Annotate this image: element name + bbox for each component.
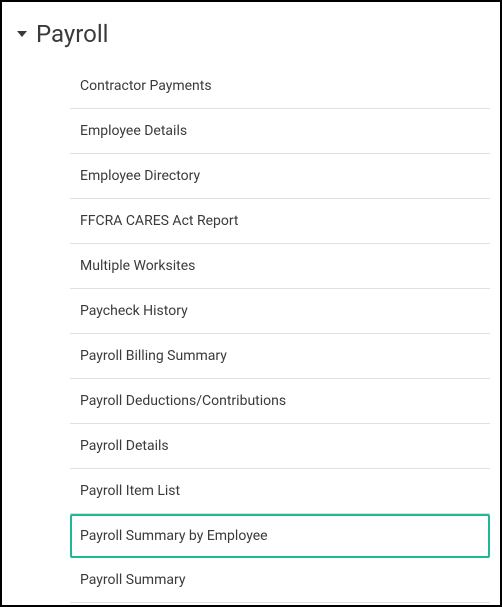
chevron-down-icon bbox=[14, 26, 30, 42]
payroll-report-list: Contractor Payments Employee Details Emplo… bbox=[2, 64, 500, 603]
list-item-label: Payroll Billing Summary bbox=[80, 348, 227, 364]
list-item-label: Multiple Worksites bbox=[80, 258, 195, 274]
list-item[interactable]: Payroll Summary by Employee bbox=[70, 514, 490, 558]
payroll-section-header[interactable]: Payroll bbox=[2, 12, 500, 56]
list-item-label: Employee Directory bbox=[80, 168, 200, 184]
list-item-label: Payroll Summary bbox=[80, 572, 185, 588]
list-item-label: Payroll Deductions/Contributions bbox=[80, 393, 286, 409]
list-item-label: Payroll Item List bbox=[80, 483, 180, 499]
list-item[interactable]: Payroll Deductions/Contributions bbox=[70, 379, 490, 424]
list-item[interactable]: Payroll Item List bbox=[70, 469, 490, 514]
list-item[interactable]: Contractor Payments bbox=[70, 64, 490, 109]
list-item[interactable]: Payroll Summary bbox=[70, 558, 490, 603]
section-title: Payroll bbox=[36, 20, 109, 48]
list-item[interactable]: Employee Details bbox=[70, 109, 490, 154]
list-item[interactable]: Multiple Worksites bbox=[70, 244, 490, 289]
list-item-label: Paycheck History bbox=[80, 303, 188, 319]
list-item[interactable]: FFCRA CARES Act Report bbox=[70, 199, 490, 244]
list-item[interactable]: Paycheck History bbox=[70, 289, 490, 334]
list-item[interactable]: Payroll Details bbox=[70, 424, 490, 469]
list-item[interactable]: Payroll Billing Summary bbox=[70, 334, 490, 379]
list-item-label: Contractor Payments bbox=[80, 78, 212, 94]
list-item-label: FFCRA CARES Act Report bbox=[80, 213, 239, 229]
list-item-label: Payroll Summary by Employee bbox=[80, 528, 268, 544]
list-item-label: Payroll Details bbox=[80, 438, 169, 454]
list-item[interactable]: Employee Directory bbox=[70, 154, 490, 199]
list-item-label: Employee Details bbox=[80, 123, 187, 139]
